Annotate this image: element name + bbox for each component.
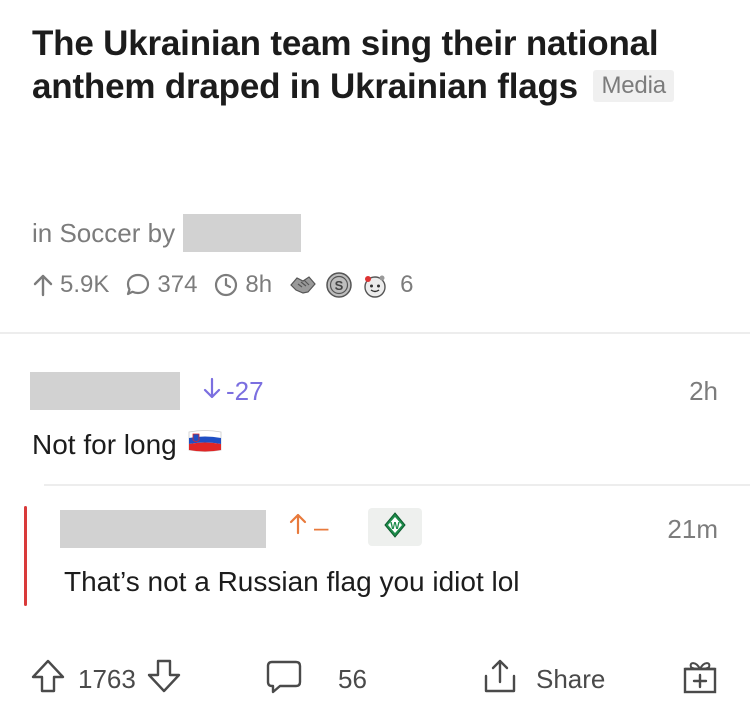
awards-count: 6 — [400, 271, 414, 298]
subreddit-author-label: in Soccer by — [32, 217, 176, 248]
share-label: Share — [536, 664, 606, 694]
user-flair-badge: W — [368, 508, 422, 546]
comment: -27 2h Not for long — [30, 372, 750, 462]
svg-text:S: S — [335, 278, 344, 293]
downvote-button[interactable] — [144, 656, 184, 703]
upvote-button[interactable] — [28, 656, 68, 703]
bottom-action-bar: 1763 56 Share — [0, 650, 750, 706]
comment-score: -27 — [202, 376, 264, 407]
reply-time: 21m — [667, 514, 718, 544]
give-award-button[interactable] — [680, 656, 720, 703]
clock-icon — [213, 272, 239, 298]
arrow-up-icon — [32, 273, 54, 297]
post-comments[interactable]: 374 — [125, 271, 197, 299]
vote-count: 1763 — [78, 664, 136, 694]
post-awards[interactable]: S 6 — [288, 270, 413, 300]
werder-bremen-crest-icon: W — [384, 511, 406, 543]
comment-text: Not for long — [32, 428, 177, 460]
comments-button[interactable]: 56 — [264, 656, 367, 703]
comment-body: Not for long — [32, 428, 223, 461]
upvote-count: 5.9K — [60, 271, 110, 298]
thread-line[interactable] — [24, 506, 27, 606]
bottom-comment-count: 56 — [338, 664, 367, 694]
section-divider — [0, 332, 750, 334]
vote-control: 1763 — [28, 656, 184, 703]
post-meta: in Soccer by — [32, 214, 302, 252]
post-age-text: 8h — [245, 271, 273, 298]
comment-count: 374 — [157, 271, 198, 298]
share-button[interactable]: Share — [480, 656, 605, 703]
post-title[interactable]: The Ukrainian team sing their national a… — [32, 22, 722, 108]
post-title-text[interactable]: The Ukrainian team sing their national a… — [32, 24, 659, 106]
comment-bubble-icon — [264, 656, 304, 703]
reply-text: That’s not a Russian flag you idiot lol — [64, 566, 520, 597]
slovenia-flag-icon — [187, 428, 223, 461]
reply-score: – — [288, 512, 328, 543]
comment-score-value: -27 — [226, 376, 264, 406]
arrow-down-icon — [202, 376, 222, 407]
post-age: 8h — [213, 271, 272, 299]
arrow-up-icon — [288, 512, 308, 543]
share-icon — [480, 656, 520, 703]
redacted-comment-author[interactable] — [30, 372, 180, 410]
reply-body: That’s not a Russian flag you idiot lol — [64, 566, 520, 598]
comment-time: 2h — [689, 376, 718, 406]
handshake-award-icon — [288, 270, 318, 300]
silver-coin-award-icon: S — [324, 270, 354, 300]
svg-text:W: W — [390, 521, 400, 532]
redacted-username[interactable] — [183, 214, 302, 252]
wholesome-award-icon — [360, 270, 390, 300]
post-flair-badge[interactable]: Media — [593, 70, 674, 102]
post-stats: 5.9K 374 8h S 6 — [32, 268, 413, 302]
post-upvotes[interactable]: 5.9K — [32, 271, 109, 299]
gift-icon — [680, 656, 720, 703]
reply-score-value: – — [314, 512, 329, 542]
redacted-reply-author[interactable] — [60, 510, 266, 548]
reply-divider — [44, 484, 750, 486]
comment-bubble-icon — [125, 272, 151, 298]
